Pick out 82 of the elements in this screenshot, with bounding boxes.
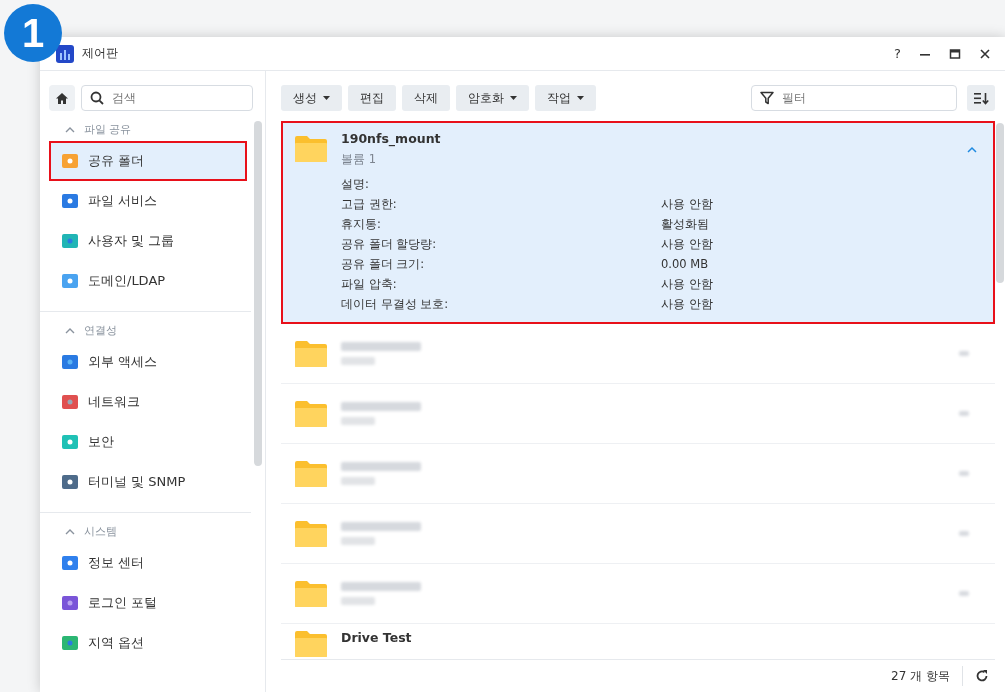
detail-label: 공유 폴더 크기: <box>341 257 426 272</box>
scrollbar-thumb[interactable] <box>996 123 1004 283</box>
sidebar-item[interactable]: 로그인 포털 <box>49 583 247 623</box>
chevron-icon[interactable] <box>65 326 75 334</box>
sidebar-item[interactable]: 네트워크 <box>49 382 247 422</box>
folder-icon <box>295 399 327 428</box>
blurred-volume-label <box>341 357 375 365</box>
section-title: 연결성 <box>84 322 117 338</box>
sidebar-item[interactable]: 파일 서비스 <box>49 181 247 221</box>
sidebar-item-icon <box>61 272 79 290</box>
sidebar-item[interactable]: 외부 액세스 <box>49 342 247 382</box>
folder-icon <box>295 135 327 163</box>
search-field[interactable]: 검색 <box>81 85 253 111</box>
home-button[interactable] <box>49 85 75 111</box>
caret-icon <box>510 96 517 100</box>
detail-value: 사용 안함 <box>661 297 714 312</box>
sidebar-item-icon <box>61 554 79 572</box>
caret-icon <box>577 96 584 100</box>
sort-icon <box>973 91 989 105</box>
sidebar-item[interactable]: 보안 <box>49 422 247 462</box>
filter-field[interactable]: 필터 <box>751 85 957 111</box>
refresh-icon[interactable] <box>975 669 989 683</box>
folder-name: 190nfs_mount <box>341 131 442 146</box>
maximize-icon[interactable] <box>949 47 961 60</box>
sidebar-item-icon <box>61 594 79 612</box>
chevron-icon[interactable] <box>65 527 75 535</box>
toolbar-button[interactable]: 삭제 <box>402 85 450 111</box>
sidebar-item[interactable]: 지역 옵션 <box>49 623 247 663</box>
detail-label: 설명: <box>341 177 370 192</box>
sidebar-item-icon <box>61 192 79 210</box>
section-title: 파일 공유 <box>84 121 132 137</box>
sidebar-item[interactable]: 터미널 및 SNMP <box>49 462 247 502</box>
sidebar-item-icon <box>61 473 79 491</box>
sidebar-item[interactable]: 도메인/LDAP <box>49 261 247 301</box>
home-icon <box>55 91 69 105</box>
folder-icon <box>295 630 327 658</box>
folder-icon <box>295 519 327 548</box>
sidebar-item[interactable]: 정보 센터 <box>49 543 247 583</box>
blurred-volume-label <box>341 417 375 425</box>
help-button[interactable]: ? <box>894 46 901 61</box>
item-count: 27 개 항목 <box>891 667 950 685</box>
folder-icon <box>295 579 327 608</box>
folder-icon <box>295 459 327 488</box>
scrollbar-thumb[interactable] <box>254 121 262 466</box>
detail-value: 사용 안함 <box>661 237 714 252</box>
sidebar-item-icon <box>61 634 79 652</box>
sidebar-item-icon <box>61 433 79 451</box>
close-icon[interactable] <box>979 47 991 60</box>
toolbar-button[interactable]: 생성 <box>281 85 342 111</box>
step-number-badge: 1 <box>4 4 62 62</box>
detail-label: 데이터 무결성 보호: <box>341 297 450 312</box>
sidebar-item-icon <box>61 353 79 371</box>
sidebar-item-icon <box>61 152 79 170</box>
folder-icon <box>295 339 327 368</box>
folder-detail-card[interactable]: 190nfs_mount 볼륨 1 설명: 고급 권한: 사용 안함 휴지통: 활성화됨 공유 폴더 할당량: 사용 안함 공유 폴더 크기: 0.00 MB 파일 압축: 사용 안함 데이터 무결성 보호: 사용 안함 <box>281 121 995 324</box>
toolbar-button[interactable]: 암호화 <box>456 85 529 111</box>
blurred-volume-label <box>341 537 375 545</box>
blurred-volume-label <box>341 597 375 605</box>
toolbar-button[interactable]: 편집 <box>348 85 396 111</box>
caret-icon <box>323 96 330 100</box>
sidebar-item-icon <box>61 393 79 411</box>
detail-value: 0.00 MB <box>661 257 710 272</box>
sidebar-item-icon <box>61 232 79 250</box>
detail-label: 휴지통: <box>341 217 382 232</box>
sidebar-item[interactable]: 사용자 및 그룹 <box>49 221 247 261</box>
detail-label: 고급 권한: <box>341 197 398 212</box>
detail-label: 공유 폴더 할당량: <box>341 237 438 252</box>
folder-name: Drive Test <box>341 630 413 645</box>
window-title: 제어판 <box>82 45 118 62</box>
chevron-icon[interactable] <box>65 125 75 133</box>
collapse-chevron-icon[interactable] <box>967 145 977 153</box>
section-title: 시스템 <box>84 523 117 539</box>
sort-button[interactable] <box>967 85 995 111</box>
toolbar-button[interactable]: 작업 <box>535 85 596 111</box>
sidebar-item[interactable]: 공유 폴더 <box>49 141 247 181</box>
detail-value: 사용 안함 <box>661 197 714 212</box>
detail-label: 파일 압축: <box>341 277 398 292</box>
blurred-volume-label <box>341 477 375 485</box>
volume-label: 볼륨 1 <box>341 152 377 167</box>
detail-value: 활성화됨 <box>661 217 710 232</box>
detail-value: 사용 안함 <box>661 277 714 292</box>
control-panel-icon <box>56 44 74 63</box>
